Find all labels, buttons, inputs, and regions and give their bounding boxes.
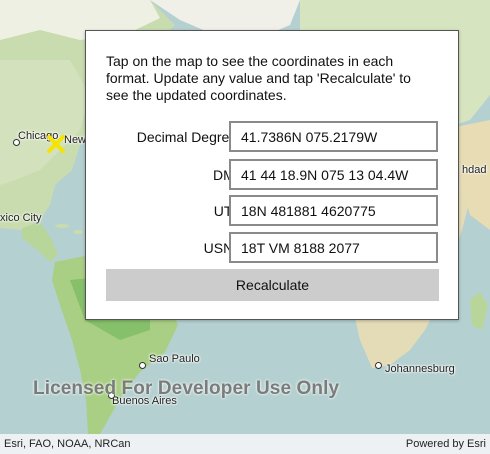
city-label-mexico-city: xico City [0,212,42,224]
city-label-johannesburg: Johannesburg [385,363,455,375]
usng-row: USNG: [106,232,440,264]
city-label-baghdad: hdad [462,164,487,176]
recalculate-button[interactable]: Recalculate [106,269,439,301]
attribution-bar: Esri, FAO, NOAA, NRCan Powered by Esri [0,434,490,454]
powered-by-esri[interactable]: Powered by Esri [406,438,486,450]
coordinate-conversion-panel: Tap on the map to see the coordinates in… [85,30,459,320]
city-label-sao-paulo: Sao Paulo [149,353,200,365]
decimal-degrees-row: Decimal Degrees: [106,121,440,153]
city-label-new-york: New [64,134,87,146]
usng-input[interactable] [229,232,438,263]
city-dot-chicago [13,139,20,146]
dms-input[interactable] [229,159,438,190]
decimal-degrees-input[interactable] [229,121,438,152]
instructions-text: Tap on the map to see the coordinates in… [106,53,411,103]
city-dot-johannesburg [375,362,382,369]
location-marker-icon [47,135,65,153]
utm-input[interactable] [229,195,438,226]
attribution-sources: Esri, FAO, NOAA, NRCan [4,438,131,450]
utm-row: UTM: [106,195,440,227]
developer-watermark: Licensed For Developer Use Only [33,378,340,399]
city-dot-sao-paulo [139,362,146,369]
dms-row: DMS: [106,159,440,191]
